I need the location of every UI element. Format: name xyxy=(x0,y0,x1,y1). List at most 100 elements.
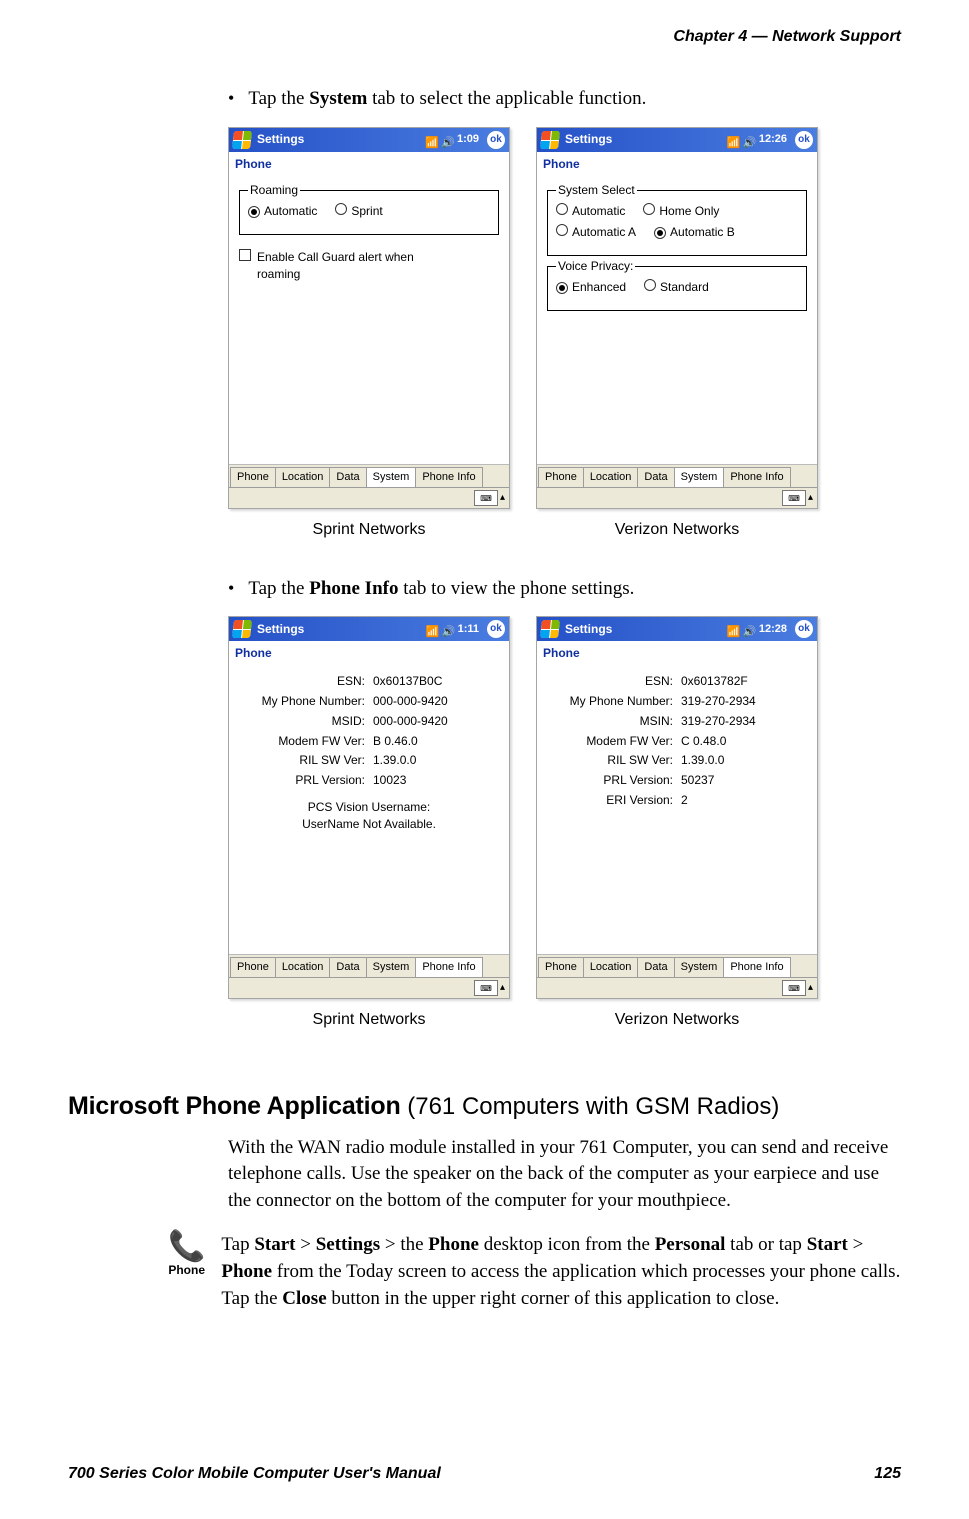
text: Tap the xyxy=(248,88,309,109)
screenshot-verizon-system: Settings 12:26 ok Phone System Select xyxy=(536,127,818,510)
value-myphone: 319-270-2934 xyxy=(681,693,809,710)
sip-arrow-icon[interactable]: ▴ xyxy=(500,491,505,505)
label-prl: PRL Version: xyxy=(545,772,681,789)
page-number: 125 xyxy=(874,1465,901,1483)
footer-title: 700 Series Color Mobile Computer User's … xyxy=(68,1465,441,1483)
radio-automatic-b[interactable]: Automatic B xyxy=(654,224,735,241)
heading-rest: (761 Computers with GSM Radios) xyxy=(401,1093,780,1120)
radio-automatic-a[interactable]: Automatic A xyxy=(556,224,636,241)
keyboard-icon[interactable]: ⌨ xyxy=(782,490,806,506)
value-esn: 0x6013782F xyxy=(681,673,809,690)
text: tab or tap xyxy=(725,1234,806,1255)
label-esn: ESN: xyxy=(237,673,373,690)
radio-automatic[interactable]: Automatic xyxy=(248,203,317,220)
radio-home-only[interactable]: Home Only xyxy=(643,203,719,220)
tab-phone-info[interactable]: Phone Info xyxy=(723,467,790,487)
callguard-checkbox[interactable] xyxy=(239,249,251,261)
sip-arrow-icon[interactable]: ▴ xyxy=(500,981,505,995)
start-icon[interactable] xyxy=(232,620,252,638)
label-eri: ERI Version: xyxy=(545,792,681,809)
tab-data[interactable]: Data xyxy=(637,957,674,977)
tab-system[interactable]: System xyxy=(366,957,417,977)
radio-label: Automatic xyxy=(264,204,317,218)
screenshot-verizon-phoneinfo: Settings 12:28 ok Phone ESN:0x6013782F M… xyxy=(536,616,818,999)
bullet-mark: • xyxy=(228,576,234,603)
tab-strip: Phone Location Data System Phone Info xyxy=(537,464,817,487)
text: Tap the xyxy=(248,578,309,599)
tab-phone[interactable]: Phone xyxy=(230,957,276,977)
label-prl: PRL Version: xyxy=(237,772,373,789)
radio-sprint[interactable]: Sprint xyxy=(335,203,382,220)
signal-icon xyxy=(727,623,739,635)
sip-arrow-icon[interactable]: ▴ xyxy=(808,981,813,995)
text: > xyxy=(295,1234,315,1255)
tab-phone[interactable]: Phone xyxy=(538,957,584,977)
ok-button[interactable]: ok xyxy=(487,620,505,638)
signal-icon xyxy=(426,623,438,635)
bold: Close xyxy=(282,1288,326,1309)
label-ril: RIL SW Ver: xyxy=(237,752,373,769)
tab-location[interactable]: Location xyxy=(275,467,331,487)
signal-icon xyxy=(425,134,437,146)
text: tab to view the phone settings. xyxy=(398,578,634,599)
sip-arrow-icon[interactable]: ▴ xyxy=(808,491,813,505)
tab-system[interactable]: System xyxy=(674,467,725,487)
keyboard-icon[interactable]: ⌨ xyxy=(474,490,498,506)
titlebar-title: Settings xyxy=(257,131,425,148)
bold: System xyxy=(309,88,367,109)
tab-location[interactable]: Location xyxy=(583,467,639,487)
phone-icon-label: Phone xyxy=(168,1262,205,1279)
tab-strip: Phone Location Data System Phone Info xyxy=(229,464,509,487)
volume-icon xyxy=(441,134,453,146)
value-ril: 1.39.0.0 xyxy=(681,752,809,769)
keyboard-icon[interactable]: ⌨ xyxy=(782,980,806,996)
system-select-fieldset: System Select Automatic Home Only Automa… xyxy=(547,190,807,256)
tab-location[interactable]: Location xyxy=(583,957,639,977)
tab-system[interactable]: System xyxy=(674,957,725,977)
screen-title: Phone xyxy=(537,641,817,664)
value-msin: 319-270-2934 xyxy=(681,713,809,730)
caption-verizon: Verizon Networks xyxy=(615,1009,740,1031)
tab-data[interactable]: Data xyxy=(329,957,366,977)
tab-phone[interactable]: Phone xyxy=(538,467,584,487)
pcs-username-label: PCS Vision Username: xyxy=(237,799,501,816)
clock: 12:28 xyxy=(759,622,787,637)
tab-phone-info[interactable]: Phone Info xyxy=(723,957,790,977)
signal-icon xyxy=(727,134,739,146)
start-icon[interactable] xyxy=(540,620,560,638)
tab-phone-info[interactable]: Phone Info xyxy=(415,467,482,487)
keyboard-icon[interactable]: ⌨ xyxy=(474,980,498,996)
main-content: • Tap the System tab to select the appli… xyxy=(228,86,901,1058)
tab-data[interactable]: Data xyxy=(637,467,674,487)
bullet-text: Tap the System tab to select the applica… xyxy=(248,86,646,113)
screenshot-sprint-system: Settings 1:09 ok Phone Roaming xyxy=(228,127,510,510)
clock: 12:26 xyxy=(759,132,787,147)
value-msid: 000-000-9420 xyxy=(373,713,501,730)
screenshot-sprint-phoneinfo: Settings 1:11 ok Phone ESN:0x60137B0C My… xyxy=(228,616,510,999)
pcs-username-value: UserName Not Available. xyxy=(237,816,501,833)
start-icon[interactable] xyxy=(540,131,560,149)
sip-bar: ⌨ ▴ xyxy=(537,487,817,508)
radio-label: Sprint xyxy=(351,204,382,218)
radio-enhanced[interactable]: Enhanced xyxy=(556,279,626,296)
bold: Start xyxy=(807,1234,848,1255)
radio-automatic[interactable]: Automatic xyxy=(556,203,625,220)
tab-phone[interactable]: Phone xyxy=(230,467,276,487)
titlebar-title: Settings xyxy=(565,131,727,148)
tab-phone-info[interactable]: Phone Info xyxy=(415,957,482,977)
start-icon[interactable] xyxy=(232,131,252,149)
tab-system[interactable]: System xyxy=(366,467,417,487)
bold: Settings xyxy=(316,1234,380,1255)
ok-button[interactable]: ok xyxy=(795,620,813,638)
titlebar: Settings 12:26 ok xyxy=(537,128,817,152)
tab-location[interactable]: Location xyxy=(275,957,331,977)
radio-standard[interactable]: Standard xyxy=(644,279,709,296)
tab-data[interactable]: Data xyxy=(329,467,366,487)
ok-button[interactable]: ok xyxy=(795,131,813,149)
radio-label: Automatic A xyxy=(572,225,636,239)
radio-label: Automatic B xyxy=(670,225,735,239)
label-msin: MSIN: xyxy=(545,713,681,730)
text: Tap xyxy=(221,1234,254,1255)
phone-icon: 📞 xyxy=(168,1232,205,1262)
ok-button[interactable]: ok xyxy=(487,131,505,149)
